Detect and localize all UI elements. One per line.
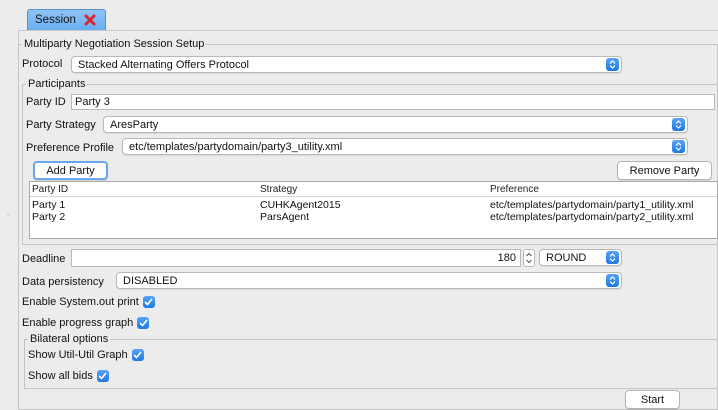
add-party-button[interactable]: Add Party bbox=[33, 161, 108, 180]
data-persistency-value: DISABLED bbox=[123, 274, 178, 287]
chevron-updown-icon bbox=[606, 251, 619, 264]
chevron-updown-icon bbox=[606, 274, 619, 287]
setup-legend: Multiparty Negotiation Session Setup bbox=[22, 38, 207, 50]
data-persistency-label: Data persistency bbox=[22, 276, 104, 288]
deadline-label: Deadline bbox=[22, 253, 66, 265]
party-id-value: Party 3 bbox=[75, 96, 110, 108]
table-row[interactable]: Party 2 bbox=[32, 211, 65, 223]
protocol-label: Protocol bbox=[22, 58, 63, 70]
table-cell-preference[interactable]: etc/templates/partydomain/party2_utility… bbox=[490, 211, 693, 223]
table-row[interactable]: Party 1 bbox=[32, 199, 65, 211]
table-cell-preference[interactable]: etc/templates/partydomain/party1_utility… bbox=[490, 199, 693, 211]
progress-graph-label: Enable progress graph bbox=[22, 317, 134, 329]
util-graph-label: Show Util-Util Graph bbox=[28, 349, 128, 361]
chevron-updown-icon bbox=[606, 58, 619, 71]
column-header-party-id[interactable]: Party ID bbox=[32, 184, 68, 195]
chevron-updown-icon bbox=[672, 118, 685, 131]
protocol-select[interactable]: Stacked Alternating Offers Protocol bbox=[71, 56, 622, 73]
party-strategy-value: AresParty bbox=[110, 118, 159, 131]
util-graph-checkbox[interactable] bbox=[131, 349, 144, 361]
system-out-label: Enable System.out print bbox=[22, 296, 139, 308]
deadline-input[interactable]: 180 bbox=[71, 249, 521, 267]
start-button[interactable]: Start bbox=[625, 390, 680, 409]
preference-profile-select[interactable]: etc/templates/partydomain/party3_utility… bbox=[122, 138, 688, 155]
party-id-input[interactable]: Party 3 bbox=[71, 94, 715, 110]
party-strategy-select[interactable]: AresParty bbox=[103, 116, 688, 133]
column-header-strategy[interactable]: Strategy bbox=[260, 184, 297, 195]
column-header-preference[interactable]: Preference bbox=[490, 184, 539, 195]
protocol-value: Stacked Alternating Offers Protocol bbox=[78, 58, 249, 71]
remove-party-button[interactable]: Remove Party bbox=[617, 161, 712, 180]
deadline-value: 180 bbox=[497, 252, 516, 264]
table-cell-strategy[interactable]: ParsAgent bbox=[260, 211, 309, 223]
progress-graph-checkbox[interactable] bbox=[137, 317, 150, 329]
preference-profile-label: Preference Profile bbox=[26, 142, 115, 154]
bilateral-options-group bbox=[24, 339, 718, 389]
table-header-divider bbox=[30, 196, 717, 197]
participants-legend: Participants bbox=[26, 78, 88, 90]
chevron-updown-icon bbox=[672, 140, 685, 153]
table-cell-strategy[interactable]: CUHKAgent2015 bbox=[260, 199, 341, 211]
all-bids-label: Show all bids bbox=[28, 370, 93, 382]
preference-profile-value: etc/templates/partydomain/party3_utility… bbox=[129, 140, 343, 153]
system-out-option[interactable]: Enable System.out print bbox=[22, 296, 155, 308]
system-out-checkbox[interactable] bbox=[142, 296, 155, 308]
tab-session-label: Session bbox=[35, 14, 76, 26]
deadline-unit-value: ROUND bbox=[546, 251, 587, 264]
bilateral-options-legend: Bilateral options bbox=[28, 333, 111, 345]
util-graph-option[interactable]: Show Util-Util Graph bbox=[28, 349, 144, 361]
all-bids-option[interactable]: Show all bids bbox=[28, 370, 109, 382]
tab-bar bbox=[0, 0, 718, 30]
deadline-stepper[interactable] bbox=[523, 249, 535, 267]
data-persistency-select[interactable]: DISABLED bbox=[116, 272, 622, 289]
close-icon[interactable] bbox=[83, 13, 97, 27]
party-id-label: Party ID bbox=[26, 96, 66, 108]
resize-grip-icon[interactable]: ◦ bbox=[7, 210, 13, 219]
tab-session[interactable]: Session bbox=[27, 9, 106, 30]
deadline-unit-select[interactable]: ROUND bbox=[539, 249, 622, 266]
party-strategy-label: Party Strategy bbox=[26, 119, 96, 131]
progress-graph-option[interactable]: Enable progress graph bbox=[22, 317, 150, 329]
all-bids-checkbox[interactable] bbox=[96, 370, 109, 382]
